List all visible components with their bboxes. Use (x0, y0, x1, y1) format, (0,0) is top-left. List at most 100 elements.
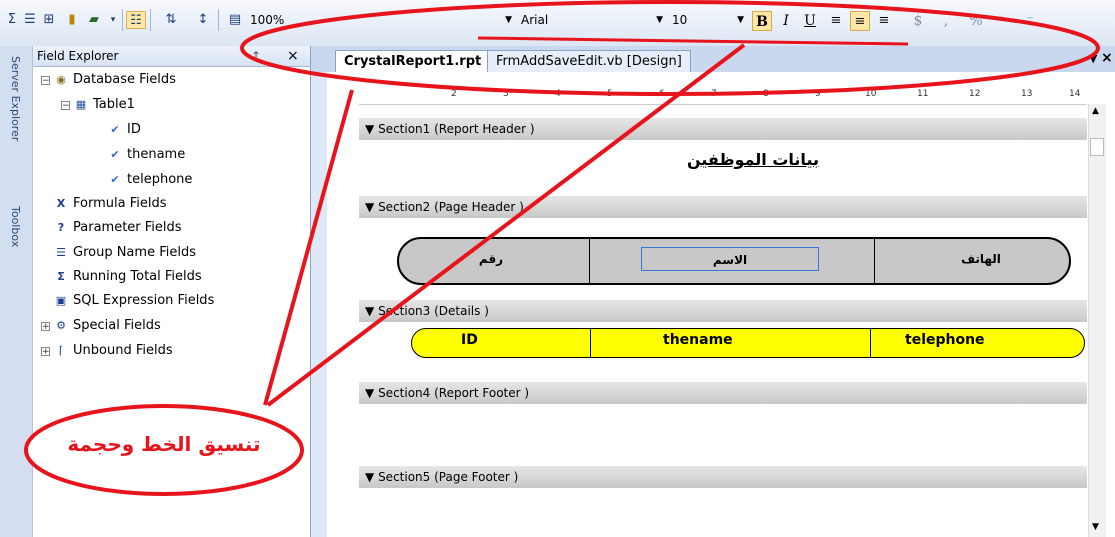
section-bar-details[interactable]: ▼ Section3 (Details ) (359, 300, 1087, 322)
format-toolbar: Σ ☰ ⊞ ▮ ▰ ▾ ☷ ⇅ ↕ ▤ 100% ▼ Arial ▼ 10 ▼ … (0, 0, 1115, 47)
field-check-icon: ✔ (110, 122, 120, 136)
tab-list-icon[interactable]: ▼ (1089, 52, 1097, 65)
close-icon[interactable]: × (287, 46, 299, 66)
cross-tab-icon[interactable]: ⊞ (40, 11, 58, 29)
column-divider (874, 239, 875, 283)
collapse-icon[interactable]: − (61, 101, 70, 111)
ruler-tick: 13 (1021, 89, 1033, 99)
collapse-section-icon[interactable]: ▼ (365, 122, 374, 136)
expand-icon[interactable]: + (41, 347, 50, 357)
collapse-section-icon[interactable]: ▼ (365, 304, 374, 318)
report-title[interactable]: بيانات الموظفين (643, 150, 863, 180)
collapse-icon[interactable]: − (41, 76, 50, 86)
zoom-value: 100% (250, 13, 285, 27)
section-bar-page-footer[interactable]: ▼ Section5 (Page Footer ) (359, 466, 1087, 488)
toolbox-tab[interactable]: Toolbox (9, 206, 22, 247)
sort-az-icon[interactable]: ↕ (192, 11, 214, 29)
tree-item-unbound-fields[interactable]: ⌈ Unbound Fields (53, 341, 173, 361)
sort-expert-icon[interactable]: ⇅ (156, 11, 186, 29)
ruler-tick: 10 (865, 89, 877, 99)
pin-icon[interactable]: ↑ (251, 46, 261, 66)
vertical-scrollbar[interactable]: ▲ ▼ (1088, 104, 1106, 537)
vertical-ruler (327, 104, 359, 537)
report-design-pane: CrystalReport1.rpt FrmAddSaveEdit.vb [De… (311, 46, 1115, 537)
gutter (311, 72, 327, 537)
chevron-down-icon[interactable]: ▼ (656, 11, 663, 29)
field-explorer-panel: Field Explorer ↑ × − ◉ Database Fields − … (33, 46, 311, 537)
sum-icon[interactable]: Σ (4, 11, 20, 29)
ruler-tick: 12 (969, 89, 981, 99)
table-icon: ▦ (75, 97, 87, 111)
tree-item-table1[interactable]: ▦ Table1 (73, 95, 135, 115)
ruler-tick: 2 (451, 89, 457, 99)
percent-button[interactable]: % (966, 11, 986, 31)
unbound-icon: ⌈ (58, 343, 64, 357)
section-bar-report-header[interactable]: ▼ Section1 (Report Header ) (359, 118, 1087, 140)
tree-item-database-fields[interactable]: ◉ Database Fields (53, 70, 176, 90)
server-explorer-tab[interactable]: Server Explorer (9, 56, 22, 141)
chevron-down-icon[interactable]: ▼ (505, 11, 512, 29)
collapse-section-icon[interactable]: ▼ (365, 470, 374, 484)
scroll-up-icon[interactable]: ▲ (1092, 106, 1099, 116)
chart-icon[interactable]: ▮ (62, 11, 82, 29)
bold-button[interactable]: B (752, 11, 772, 31)
font-name-value: Arial (521, 13, 549, 27)
field-check-icon: ✔ (110, 147, 120, 161)
comma-button[interactable]: , (936, 11, 956, 31)
annotation-label: تنسيق الخط وحجمة (67, 432, 261, 456)
tree-item-formula-fields[interactable]: X Formula Fields (53, 194, 167, 214)
scroll-down-icon[interactable]: ▼ (1092, 522, 1099, 532)
ruler-tick: 6 (659, 89, 665, 99)
tree-item-group-name-fields[interactable]: ☰ Group Name Fields (53, 243, 196, 263)
header-field-number[interactable]: رقم (441, 252, 541, 266)
tree-item-parameter-fields[interactable]: ? Parameter Fields (53, 218, 182, 238)
decimal-increase-icon[interactable]: ⁺ (992, 11, 1012, 31)
tree-item-special-fields[interactable]: ⚙ Special Fields (53, 316, 161, 336)
detail-field-thename[interactable]: thename (663, 332, 783, 348)
tree-item-sql-expression-fields[interactable]: ▣ SQL Expression Fields (53, 291, 215, 311)
tab-crystalreport1[interactable]: CrystalReport1.rpt (335, 50, 491, 72)
field-explorer-header: Field Explorer ↑ × (33, 46, 310, 67)
header-field-phone[interactable]: الهاتف (931, 252, 1031, 266)
collapse-section-icon[interactable]: ▼ (365, 200, 374, 214)
section-bar-report-footer[interactable]: ▼ Section4 (Report Footer ) (359, 382, 1087, 404)
font-size-value: 10 (672, 13, 688, 27)
section-bar-page-header[interactable]: ▼ Section2 (Page Header ) (359, 196, 1087, 218)
field-explorer-title: Field Explorer (37, 49, 119, 63)
tree-item-telephone[interactable]: ✔ telephone (107, 170, 192, 190)
close-tab-icon[interactable]: × (1101, 50, 1113, 66)
group-name-icon: ☰ (56, 245, 66, 259)
detail-field-telephone[interactable]: telephone (905, 332, 1005, 348)
italic-button[interactable]: I (776, 11, 796, 31)
font-size-combo[interactable]: 10 ▼ (668, 11, 748, 29)
toolbar-overflow-icon[interactable]: ▾ (108, 11, 118, 29)
zoom-combo[interactable]: 100% ▼ (246, 11, 516, 29)
chevron-down-icon[interactable]: ▼ (737, 11, 744, 29)
align-left-icon[interactable]: ≡ (826, 11, 846, 31)
sql-icon: ▣ (55, 293, 67, 307)
decimal-decrease-icon[interactable]: ⁻ (1020, 11, 1040, 31)
ruler-tick: 14 (1069, 89, 1081, 99)
special-fields-icon: ⚙ (56, 318, 66, 332)
tree-toggle-icon[interactable]: ☷ (126, 11, 146, 29)
header-field-name[interactable]: الاسم (641, 247, 819, 271)
horizontal-ruler: 2 3 4 5 6 7 8 9 10 11 12 13 14 (359, 86, 1087, 105)
underline-button[interactable]: U (800, 11, 820, 31)
parameter-icon: ? (57, 220, 65, 234)
ruler-tick: 7 (711, 89, 717, 99)
scrollbar-thumb[interactable] (1090, 138, 1104, 156)
column-divider (590, 329, 591, 357)
align-right-icon[interactable]: ≡ (874, 11, 894, 31)
currency-button[interactable]: $ (908, 11, 928, 31)
font-name-combo[interactable]: Arial ▼ (517, 11, 667, 29)
align-center-icon[interactable]: ≡ (850, 11, 870, 31)
tree-item-running-total-fields[interactable]: Σ Running Total Fields (53, 267, 201, 287)
collapse-section-icon[interactable]: ▼ (365, 386, 374, 400)
detail-field-id[interactable]: ID (461, 332, 511, 348)
tree-item-thename[interactable]: ✔ thename (107, 145, 185, 165)
map-icon[interactable]: ▰ (84, 11, 104, 29)
tab-frmaddsaveedit[interactable]: FrmAddSaveEdit.vb [Design] (487, 50, 691, 72)
expand-icon[interactable]: + (41, 322, 50, 332)
group-icon[interactable]: ☰ (22, 11, 38, 29)
tree-item-id[interactable]: ✔ ID (107, 120, 140, 140)
